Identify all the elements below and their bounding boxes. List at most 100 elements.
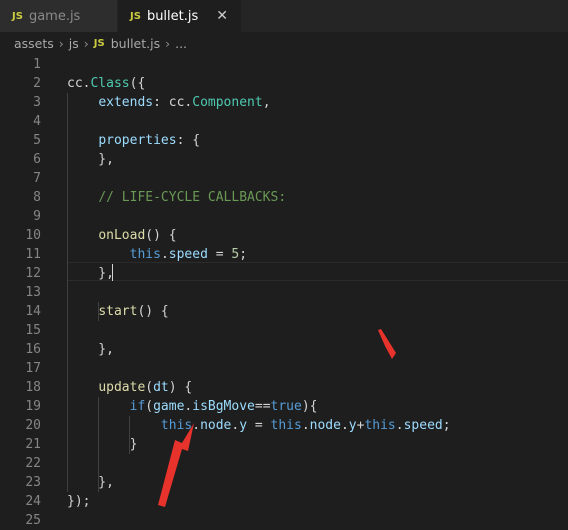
code-token: if bbox=[129, 399, 146, 414]
code-token: speed bbox=[403, 418, 443, 433]
code-token: = bbox=[247, 418, 271, 433]
line-number: 24 bbox=[25, 494, 41, 509]
code-line[interactable]: 12 }, bbox=[0, 264, 568, 283]
code-line[interactable]: 15 bbox=[0, 321, 568, 340]
code-token: cc. bbox=[67, 76, 91, 91]
code-token: () { bbox=[137, 304, 169, 319]
breadcrumb-item-js[interactable]: js bbox=[69, 36, 79, 51]
breadcrumb-item-more[interactable]: ... bbox=[175, 36, 187, 51]
code-line[interactable]: 5 properties: { bbox=[0, 131, 568, 150]
code-token: this bbox=[160, 418, 193, 433]
code-line[interactable]: 19 if(game.isBgMove==true){ bbox=[0, 397, 568, 416]
code-token: onLoad bbox=[98, 228, 146, 243]
code-line[interactable]: 2 cc.Class({ bbox=[0, 74, 568, 93]
code-token: properties bbox=[98, 133, 177, 148]
code-token: ( bbox=[145, 399, 154, 414]
line-number: 11 bbox=[25, 247, 41, 262]
line-number: 3 bbox=[33, 95, 41, 110]
code-token: () { bbox=[145, 228, 177, 243]
code-token: Class bbox=[90, 76, 130, 91]
code-token: . bbox=[395, 418, 404, 433]
code-line[interactable]: 16 }, bbox=[0, 340, 568, 359]
code-token: }, bbox=[67, 342, 114, 357]
code-line[interactable]: 9 bbox=[0, 207, 568, 226]
code-token: y bbox=[348, 418, 357, 433]
line-number: 1 bbox=[33, 57, 41, 72]
js-file-icon: JS bbox=[93, 37, 105, 49]
line-number: 21 bbox=[25, 437, 41, 452]
code-token: { bbox=[137, 76, 146, 91]
code-line[interactable]: 6 }, bbox=[0, 150, 568, 169]
line-code: update(dt) { bbox=[67, 378, 192, 397]
breadcrumb-item-file[interactable]: bullet.js bbox=[111, 36, 160, 51]
code-line[interactable]: 14 start() { bbox=[0, 302, 568, 321]
code-line[interactable]: 7 bbox=[0, 169, 568, 188]
line-code: start() { bbox=[67, 302, 169, 321]
code-token: extends bbox=[98, 95, 154, 110]
line-code: // LIFE-CYCLE CALLBACKS: bbox=[67, 188, 286, 207]
code-line[interactable]: 23 }, bbox=[0, 473, 568, 492]
line-number: 13 bbox=[25, 285, 41, 300]
breadcrumb: assets › js › JS bullet.js › ... bbox=[0, 32, 568, 54]
code-line[interactable]: 8 // LIFE-CYCLE CALLBACKS: bbox=[0, 188, 568, 207]
code-token: this bbox=[129, 247, 161, 262]
code-line[interactable]: 17 bbox=[0, 359, 568, 378]
line-code: this.node.y = this.node.y+this.speed; bbox=[67, 416, 451, 435]
code-line[interactable]: 11 this.speed = 5; bbox=[0, 245, 568, 264]
code-line[interactable]: 10 onLoad() { bbox=[0, 226, 568, 245]
line-code: if(game.isBgMove==true){ bbox=[67, 397, 318, 416]
code-token: Component bbox=[192, 95, 263, 110]
breadcrumb-item-assets[interactable]: assets bbox=[14, 36, 54, 51]
code-token: game bbox=[153, 399, 185, 414]
code-line[interactable]: 21 } bbox=[0, 435, 568, 454]
line-number: 25 bbox=[25, 513, 41, 528]
js-file-icon: JS bbox=[130, 10, 141, 22]
code-line[interactable]: 25 bbox=[0, 511, 568, 530]
close-icon[interactable]: ✕ bbox=[216, 8, 228, 24]
line-number: 18 bbox=[25, 380, 41, 395]
code-token: : cc. bbox=[153, 95, 193, 110]
code-line[interactable]: 13 bbox=[0, 283, 568, 302]
line-code: } bbox=[67, 435, 138, 454]
line-number: 6 bbox=[33, 152, 41, 167]
line-number: 10 bbox=[25, 228, 41, 243]
line-number: 16 bbox=[25, 342, 41, 357]
code-token: . bbox=[160, 247, 169, 262]
line-code: }, bbox=[67, 150, 114, 169]
chevron-right-icon: › bbox=[58, 35, 64, 51]
line-code: }); bbox=[67, 492, 90, 511]
code-line[interactable]: 1 bbox=[0, 55, 568, 74]
tab-game-js[interactable]: JS game.js bbox=[0, 0, 118, 32]
line-number: 12 bbox=[25, 266, 41, 281]
line-number: 7 bbox=[33, 171, 41, 186]
code-editor[interactable]: 1 2 cc.Class({3 extends: cc.Component, 4 5 p… bbox=[0, 55, 568, 530]
tab-bullet-js[interactable]: JS bullet.js ✕ bbox=[118, 0, 242, 32]
code-line[interactable]: 20 this.node.y = this.node.y+this.speed; bbox=[0, 416, 568, 435]
code-token: : { bbox=[176, 133, 201, 148]
code-token: ){ bbox=[301, 399, 318, 414]
line-code: onLoad() { bbox=[67, 226, 177, 245]
code-token: ; bbox=[442, 418, 451, 433]
line-code: cc.Class({ bbox=[67, 74, 145, 93]
code-token: = bbox=[207, 247, 232, 262]
code-token: }, bbox=[67, 266, 114, 281]
code-line[interactable]: 3 extends: cc.Component, bbox=[0, 93, 568, 112]
code-token: y bbox=[239, 418, 248, 433]
code-token: . bbox=[301, 418, 310, 433]
code-token: }, bbox=[67, 475, 114, 490]
code-line[interactable]: 4 bbox=[0, 112, 568, 131]
code-line[interactable]: 22 bbox=[0, 454, 568, 473]
code-token: } bbox=[67, 437, 138, 452]
line-number: 2 bbox=[33, 76, 41, 91]
line-code: this.speed = 5; bbox=[67, 245, 247, 264]
code-token: update bbox=[98, 380, 146, 395]
code-line[interactable]: 24}); bbox=[0, 492, 568, 511]
code-token: isBgMove bbox=[192, 399, 255, 414]
code-line[interactable]: 18 update(dt) { bbox=[0, 378, 568, 397]
code-token: == bbox=[254, 399, 271, 414]
